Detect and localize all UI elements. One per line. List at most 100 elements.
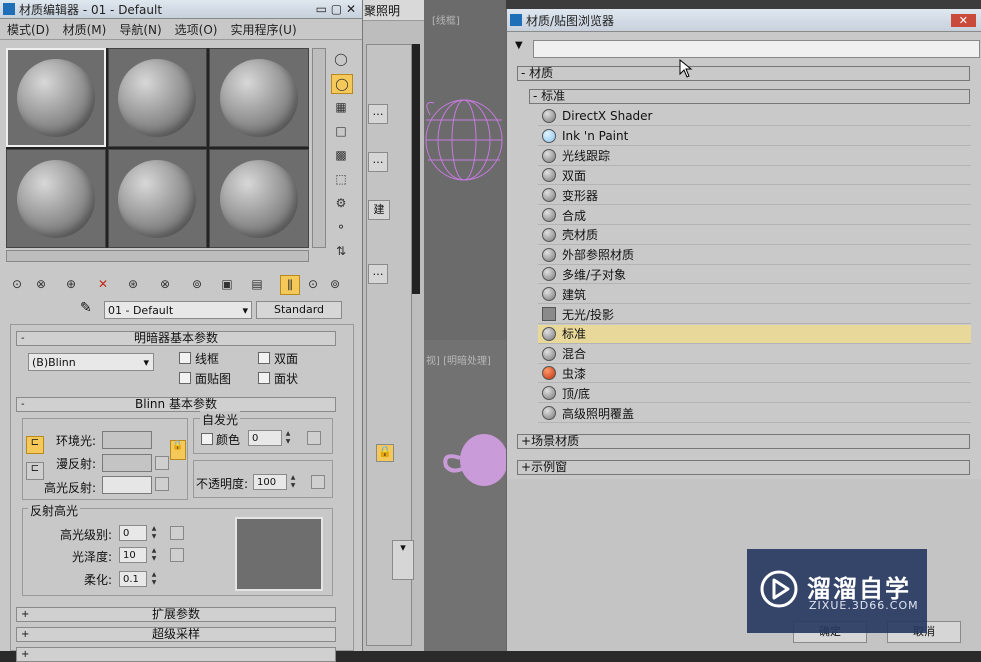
browser-titlebar[interactable]: 材质/贴图浏览器 ✕: [507, 9, 981, 32]
specular-map-button[interactable]: [155, 477, 169, 491]
material-type-button[interactable]: Standard: [256, 301, 342, 319]
specular-color-swatch[interactable]: [102, 476, 152, 494]
panel-button[interactable]: 建: [368, 200, 390, 220]
spec-level-spinner[interactable]: ▲ ▼: [150, 525, 158, 541]
lock-button[interactable]: 🔒: [376, 444, 394, 462]
spec-level-field[interactable]: 0: [119, 525, 147, 541]
dropdown-button[interactable]: ▾: [392, 540, 414, 580]
scene-materials-section-header[interactable]: +场景材质: [517, 434, 970, 449]
maps-rollout-header[interactable]: +: [16, 647, 336, 662]
material-list-item[interactable]: 外部参照材质: [538, 246, 971, 265]
spec-level-map-button[interactable]: [170, 526, 184, 540]
sample-slots-section-header[interactable]: +示例窗: [517, 460, 970, 475]
wireframe-checkbox[interactable]: [179, 352, 191, 364]
material-list-item[interactable]: DirectX Shader: [538, 107, 971, 126]
opacity-map-button[interactable]: [311, 475, 325, 489]
sample-slot[interactable]: [6, 149, 106, 248]
materials-section-header[interactable]: - 材质: [517, 66, 970, 81]
make-preview-icon[interactable]: ⬚: [331, 170, 351, 188]
supersampling-rollout-header[interactable]: + 超级采样: [16, 627, 336, 642]
opacity-value-field[interactable]: 100: [253, 474, 287, 490]
opacity-spinner[interactable]: ▲ ▼: [289, 474, 297, 490]
viewport-top[interactable]: [线框]: [424, 0, 506, 340]
menu-utilities[interactable]: 实用程序(U): [230, 21, 296, 38]
background-icon[interactable]: ▦: [331, 98, 351, 116]
self-illum-map-button[interactable]: [307, 431, 321, 445]
video-color-check-icon[interactable]: ▩: [331, 146, 351, 164]
material-name-field[interactable]: 01 - Default ▾: [104, 301, 252, 319]
ambient-color-swatch[interactable]: [102, 431, 152, 449]
panel-button[interactable]: …: [368, 104, 388, 124]
faceted-checkbox[interactable]: [258, 372, 270, 384]
menu-options[interactable]: 选项(O): [175, 21, 218, 38]
extended-params-rollout-header[interactable]: + 扩展参数: [16, 607, 336, 622]
glossiness-spinner[interactable]: ▲ ▼: [150, 547, 158, 563]
standard-subsection-header[interactable]: - 标准: [529, 89, 970, 104]
options-icon[interactable]: ⚙: [331, 194, 351, 212]
material-list-item[interactable]: 光线跟踪: [538, 147, 971, 166]
material-editor-titlebar[interactable]: 材质编辑器 - 01 - Default ▭ ▢ ✕: [0, 0, 362, 19]
put-to-scene-icon[interactable]: ⊗: [32, 275, 50, 293]
material-navigator-icon[interactable]: ⇅: [331, 242, 351, 260]
sample-slot[interactable]: [107, 48, 208, 147]
material-list-item[interactable]: 合成: [538, 206, 971, 225]
show-map-icon[interactable]: ▣: [218, 275, 236, 293]
material-list-item[interactable]: 建筑: [538, 285, 971, 305]
material-list-item[interactable]: Ink 'n Paint: [538, 127, 971, 146]
go-forward-sibling-icon[interactable]: ⊙: [304, 275, 322, 293]
put-to-library-icon[interactable]: ⊗: [156, 275, 174, 293]
uv-tiling-icon[interactable]: □: [331, 122, 351, 140]
self-illum-color-checkbox[interactable]: [201, 433, 213, 445]
soften-spinner[interactable]: ▲ ▼: [150, 571, 158, 587]
backlight-icon[interactable]: ◯: [331, 74, 353, 94]
slots-vscrollbar[interactable]: [312, 48, 326, 248]
search-input[interactable]: [533, 40, 980, 58]
assign-to-selection-icon[interactable]: ⊕: [62, 275, 80, 293]
get-material-icon[interactable]: ⊙: [8, 275, 26, 293]
material-list-item[interactable]: 变形器: [538, 186, 971, 206]
glossiness-field[interactable]: 10: [119, 547, 147, 563]
self-illum-spinner[interactable]: ▲ ▼: [284, 430, 292, 446]
viewport-perspective[interactable]: 视] [明暗处理] z: [406, 340, 506, 651]
material-list-item[interactable]: 虫漆: [538, 364, 971, 384]
panel-button[interactable]: …: [368, 152, 388, 172]
show-end-result-icon[interactable]: ▤: [248, 275, 266, 293]
diffuse-color-swatch[interactable]: [102, 454, 152, 472]
sample-slot[interactable]: [6, 48, 106, 147]
lock-icon[interactable]: 🔒: [170, 440, 186, 460]
diffuse-map-button[interactable]: [155, 456, 169, 470]
panel-scrollbar[interactable]: [412, 44, 420, 294]
material-list-item[interactable]: 标准: [538, 324, 971, 344]
blinn-rollout-header[interactable]: - Blinn 基本参数: [16, 397, 336, 412]
select-by-material-icon[interactable]: ⚬: [331, 218, 351, 236]
glossiness-map-button[interactable]: [170, 548, 184, 562]
material-id-icon[interactable]: ⊚: [188, 275, 206, 293]
two-sided-checkbox[interactable]: [258, 352, 270, 364]
material-list-item[interactable]: 顶/底: [538, 384, 971, 404]
material-list-item[interactable]: 双面: [538, 166, 971, 186]
sample-slot[interactable]: [209, 48, 309, 147]
filter-menu-icon[interactable]: ▼: [515, 40, 523, 51]
material-list-item[interactable]: 无光/投影: [538, 305, 971, 324]
lock-ambient-diffuse-icon[interactable]: ⊏: [26, 436, 44, 454]
face-map-checkbox[interactable]: [179, 372, 191, 384]
pick-material-icon[interactable]: ⊚: [326, 275, 344, 293]
material-list-item[interactable]: 高级照明覆盖: [538, 404, 971, 423]
sample-slot[interactable]: [209, 149, 309, 248]
soften-field[interactable]: 0.1: [119, 571, 147, 587]
material-list-item[interactable]: 多维/子对象: [538, 265, 971, 285]
make-unique-icon[interactable]: ⊛: [124, 275, 142, 293]
sample-type-icon[interactable]: ◯: [331, 50, 351, 68]
self-illum-value-field[interactable]: 0: [248, 430, 282, 446]
shader-type-dropdown[interactable]: (B)Blinn ▾: [28, 353, 154, 371]
shader-rollout-header[interactable]: - 明暗器基本参数: [16, 331, 336, 346]
delete-icon[interactable]: ✕: [94, 275, 112, 293]
eyedropper-icon[interactable]: ✎: [80, 300, 92, 316]
menu-material[interactable]: 材质(M): [63, 21, 107, 38]
menu-mode[interactable]: 模式(D): [7, 21, 50, 38]
window-controls[interactable]: ▭ ▢ ✕: [316, 2, 356, 16]
material-list-item[interactable]: 壳材质: [538, 226, 971, 245]
menu-navigation[interactable]: 导航(N): [119, 21, 161, 38]
material-list-item[interactable]: 混合: [538, 345, 971, 364]
slots-hscrollbar[interactable]: [6, 250, 309, 262]
